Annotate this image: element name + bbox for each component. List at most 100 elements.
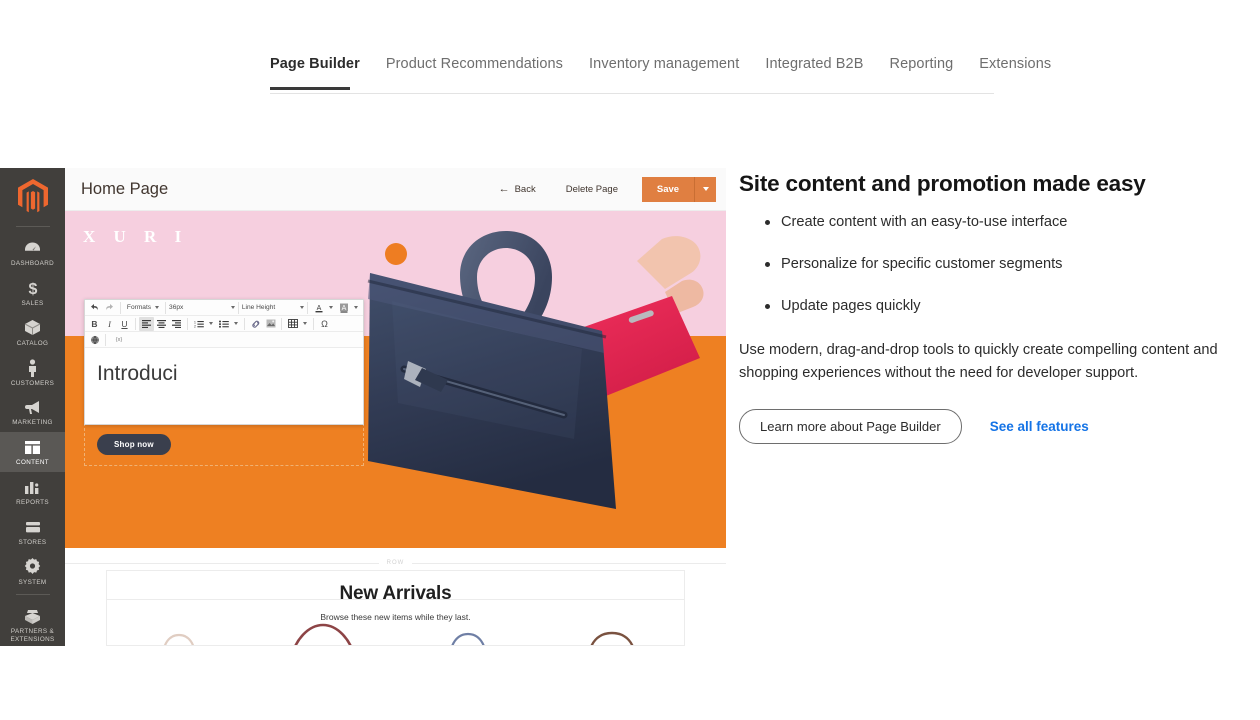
sidebar-item-dashboard[interactable]: Dashboard	[0, 233, 65, 273]
sidebar-item-label: Stores	[18, 539, 47, 547]
toolbar-separator	[165, 301, 167, 314]
hero-banner: X U R I Formats 36px Line Height A A B I…	[65, 211, 726, 548]
chevron-down-icon[interactable]	[234, 322, 238, 325]
sidebar-item-label: Sales	[21, 299, 44, 307]
sidebar-item-label: Dashboard	[10, 260, 55, 267]
tab-product-recommendations[interactable]: Product Recommendations	[386, 56, 579, 90]
person-icon	[27, 358, 38, 377]
insert-widget-icon[interactable]	[87, 333, 102, 347]
learn-more-button[interactable]: Learn more about Page Builder	[739, 409, 962, 444]
insert-table-icon[interactable]	[285, 317, 300, 331]
save-options-button[interactable]	[694, 176, 716, 202]
arrow-left-icon: ←	[498, 182, 510, 195]
gear-icon	[24, 558, 41, 576]
svg-text:$: $	[28, 281, 37, 297]
align-right-icon[interactable]	[169, 317, 184, 331]
chevron-down-icon[interactable]	[354, 306, 359, 309]
delete-page-button[interactable]: Delete Page	[550, 184, 634, 195]
toolbar-separator	[313, 317, 314, 330]
magento-logo[interactable]	[0, 168, 65, 224]
svg-text:A: A	[341, 305, 346, 312]
chevron-down-icon[interactable]	[303, 322, 307, 325]
list-item: Update pages quickly	[739, 297, 1249, 316]
line-height-select[interactable]: Line Height	[242, 301, 305, 315]
chevron-down-icon	[702, 187, 709, 191]
sidebar-item-catalog[interactable]: Catalog	[0, 313, 65, 353]
layout-icon	[24, 438, 41, 456]
bar-chart-icon	[24, 478, 41, 496]
admin-main: Home Page ← Back Delete Page Save X U R …	[65, 168, 726, 646]
chevron-down-icon	[155, 305, 160, 309]
tab-reporting[interactable]: Reporting	[890, 56, 970, 90]
formats-select[interactable]: Formats	[124, 301, 162, 315]
product-bag-maroon[interactable]	[251, 600, 395, 645]
ordered-list-icon[interactable]: 12	[191, 317, 206, 331]
align-center-icon[interactable]	[154, 317, 169, 331]
dollar-icon: $	[26, 279, 40, 297]
tab-inventory-management[interactable]: Inventory management	[589, 56, 755, 90]
tab-extensions[interactable]: Extensions	[979, 56, 1067, 90]
product-bag-cream[interactable]	[107, 600, 251, 645]
chevron-down-icon	[230, 305, 235, 309]
sidebar-item-partners-extensions[interactable]: Partners & Extensions	[0, 601, 65, 646]
row-divider-label: ROW	[386, 560, 405, 566]
tabs-divider	[270, 93, 994, 94]
back-button[interactable]: ← Back	[485, 182, 550, 195]
insert-link-icon[interactable]	[248, 317, 263, 331]
sidebar-item-system[interactable]: System	[0, 552, 65, 592]
insert-variable-icon[interactable]: {x}	[109, 333, 129, 347]
shop-now-button[interactable]: Shop now	[97, 434, 171, 455]
text-color-icon[interactable]: A	[311, 301, 326, 315]
tab-integrated-b2b[interactable]: Integrated B2B	[765, 56, 879, 90]
product-bag-blue[interactable]	[396, 600, 540, 645]
svg-text:2: 2	[194, 324, 196, 327]
underline-icon[interactable]: U	[117, 317, 132, 331]
special-character-icon[interactable]: Ω	[317, 317, 332, 331]
sidebar-item-stores[interactable]: Stores	[0, 512, 65, 552]
feature-paragraph: Use modern, drag-and-drop tools to quick…	[739, 341, 1218, 381]
editor-toolbar-row-3: {x}	[85, 332, 363, 348]
italic-icon[interactable]: I	[102, 317, 117, 331]
redo-icon[interactable]	[102, 301, 117, 315]
save-split-button: Save	[642, 176, 716, 202]
sidebar-item-marketing[interactable]: Marketing	[0, 392, 65, 432]
admin-page-header: Home Page ← Back Delete Page Save	[65, 168, 726, 211]
formats-value: Formats	[126, 304, 152, 311]
font-size-select[interactable]: 36px	[169, 301, 235, 315]
admin-screenshot: Dashboard $ Sales Catalog Customers Mark…	[0, 168, 726, 646]
sidebar-item-sales[interactable]: $ Sales	[0, 273, 65, 313]
toolbar-separator	[244, 317, 245, 330]
editor-content-area[interactable]: Introduci	[85, 348, 363, 424]
insert-image-icon[interactable]	[263, 317, 278, 331]
sidebar-item-reports[interactable]: Reports	[0, 472, 65, 512]
undo-icon[interactable]	[87, 301, 102, 315]
tab-page-builder[interactable]: Page Builder	[270, 56, 376, 90]
editor-toolbar-row-1: Formats 36px Line Height A A	[85, 300, 363, 316]
align-left-icon[interactable]	[139, 316, 154, 331]
chevron-down-icon[interactable]	[329, 306, 334, 309]
sidebar-item-label: Catalog	[16, 339, 49, 347]
tab-label: Reporting	[889, 56, 954, 72]
chevron-down-icon[interactable]	[209, 322, 213, 325]
save-button[interactable]: Save	[642, 176, 694, 202]
sidebar-item-label: Content	[16, 459, 49, 467]
list-item: Personalize for specific customer segmen…	[739, 255, 1249, 274]
unordered-list-icon[interactable]	[216, 317, 231, 331]
sidebar-divider	[15, 226, 50, 227]
background-color-icon[interactable]: A	[336, 301, 351, 315]
bold-icon[interactable]: B	[87, 317, 102, 331]
tab-label: Product Recommendations	[385, 56, 564, 72]
handbag-illustration	[367, 231, 704, 509]
product-bag-orange[interactable]	[540, 600, 684, 645]
store-brand-wordmark: X U R I	[83, 227, 189, 246]
product-strip	[107, 599, 684, 645]
shop-now-container[interactable]: Shop now	[84, 423, 364, 466]
new-arrivals-section: New Arrivals Browse these new items whil…	[106, 570, 685, 646]
sidebar-item-customers[interactable]: Customers	[0, 353, 65, 393]
row-divider: ROW	[65, 555, 726, 571]
feature-heading: Site content and promotion made easy	[739, 171, 1146, 196]
sidebar-item-content[interactable]: Content	[0, 432, 65, 473]
font-size-value: 36px	[169, 304, 184, 311]
sidebar-item-label: System	[18, 578, 47, 586]
see-all-features-link[interactable]: See all features	[990, 419, 1089, 434]
